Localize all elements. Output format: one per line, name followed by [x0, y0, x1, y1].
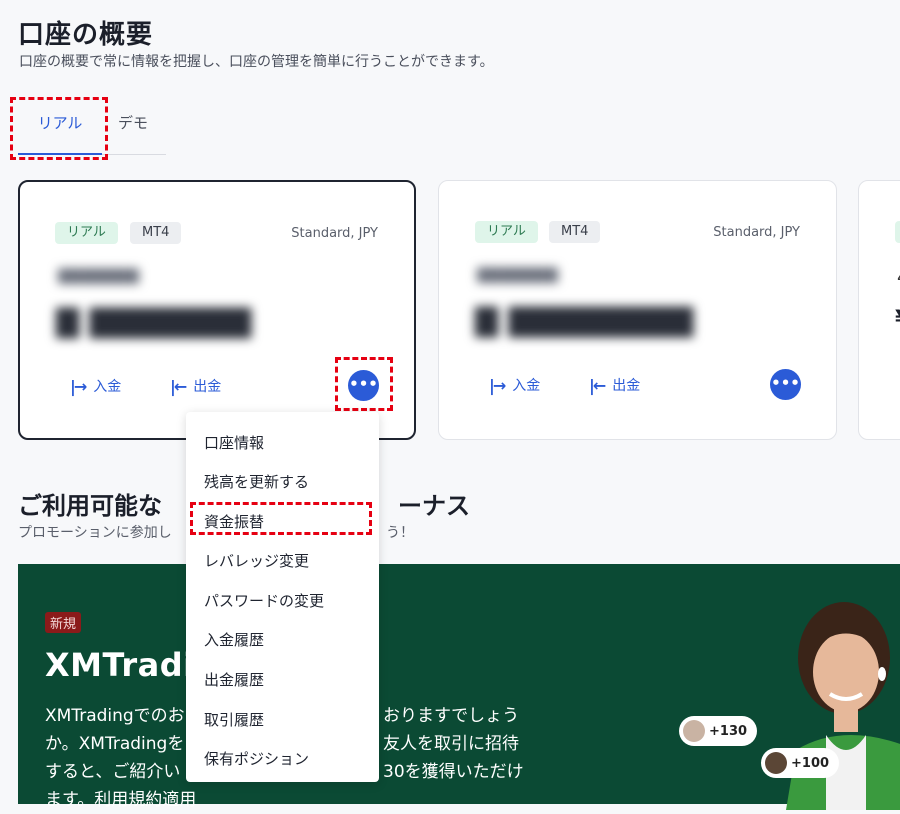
- account-type: Standard, JPY: [713, 225, 800, 240]
- platform-badge: MT4: [130, 222, 182, 244]
- menu-item-change-password[interactable]: パスワードの変更: [204, 590, 324, 611]
- withdraw-arrow-icon: |←: [589, 375, 606, 395]
- deposit-arrow-icon: |→: [489, 375, 506, 395]
- referral-pill-130: +130: [679, 716, 758, 746]
- account-number-redacted: ▇▇▇▇▇▇▇: [58, 266, 139, 284]
- more-options-button[interactable]: •••: [348, 370, 379, 401]
- page-subtitle: 口座の概要で常に情報を把握し、口座の管理を簡単に行うことができます。: [19, 54, 494, 70]
- referral-pill-100: +100: [761, 748, 840, 778]
- deposit-button[interactable]: |→ 入金: [70, 376, 121, 396]
- menu-item-trade-history[interactable]: 取引履歴: [204, 709, 264, 730]
- menu-item-change-leverage[interactable]: レバレッジ変更: [204, 550, 309, 571]
- menu-item-deposit-history[interactable]: 入金履歴: [204, 629, 264, 650]
- account-card-partial[interactable]: 4 ¥: [858, 180, 900, 440]
- menu-item-refresh-balance[interactable]: 残高を更新する: [204, 471, 309, 492]
- deposit-arrow-icon: |→: [70, 376, 87, 396]
- menu-item-withdraw-history[interactable]: 出金履歴: [204, 669, 264, 690]
- promo-banner[interactable]: 新規 XMTradin XMTradingでのお おりますでしょう か。XMTra…: [18, 564, 900, 810]
- tab-demo[interactable]: デモ: [118, 110, 148, 133]
- account-badge-real: リアル: [475, 221, 538, 243]
- avatar: [765, 752, 787, 774]
- bonus-section-subtitle: プロモーションに参加し う！: [18, 525, 414, 541]
- account-balance-partial: ¥: [895, 307, 900, 332]
- platform-badge: MT4: [549, 221, 601, 243]
- promo-person-illustration: [786, 600, 900, 810]
- account-balance-redacted: ▇ ▇▇▇▇▇▇▇▇: [475, 303, 694, 338]
- bonus-section-title: ご利用可能な ーナス: [18, 492, 470, 520]
- more-options-button[interactable]: •••: [770, 369, 801, 400]
- withdraw-button[interactable]: |← 出金: [170, 376, 221, 396]
- account-badge-real: リアル: [55, 222, 118, 244]
- account-balance-redacted: ▇ ▇▇▇▇▇▇▇: [56, 304, 252, 339]
- account-options-menu: 口座情報 残高を更新する 資金振替 レバレッジ変更 パスワードの変更 入金履歴 …: [186, 412, 379, 782]
- deposit-button[interactable]: |→ 入金: [489, 375, 540, 395]
- account-card[interactable]: リアル MT4 Standard, JPY ▇▇▇▇▇▇▇ ▇ ▇▇▇▇▇▇▇▇…: [438, 180, 837, 440]
- account-badge-real: [895, 221, 900, 243]
- account-tabs: リアル デモ: [18, 100, 166, 155]
- menu-item-account-info[interactable]: 口座情報: [204, 432, 264, 453]
- withdraw-button[interactable]: |← 出金: [589, 375, 640, 395]
- new-badge: 新規: [45, 612, 82, 633]
- withdraw-arrow-icon: |←: [170, 376, 187, 396]
- tab-real[interactable]: リアル: [18, 110, 102, 155]
- account-number-redacted: ▇▇▇▇▇▇▇: [477, 265, 558, 283]
- avatar: [683, 720, 705, 742]
- account-card[interactable]: リアル MT4 Standard, JPY ▇▇▇▇▇▇▇ ▇ ▇▇▇▇▇▇▇ …: [18, 180, 416, 440]
- account-type: Standard, JPY: [291, 226, 378, 241]
- menu-item-open-positions[interactable]: 保有ポジション: [204, 748, 309, 769]
- menu-item-fund-transfer[interactable]: 資金振替: [204, 511, 264, 532]
- page-title: 口座の概要: [18, 20, 154, 50]
